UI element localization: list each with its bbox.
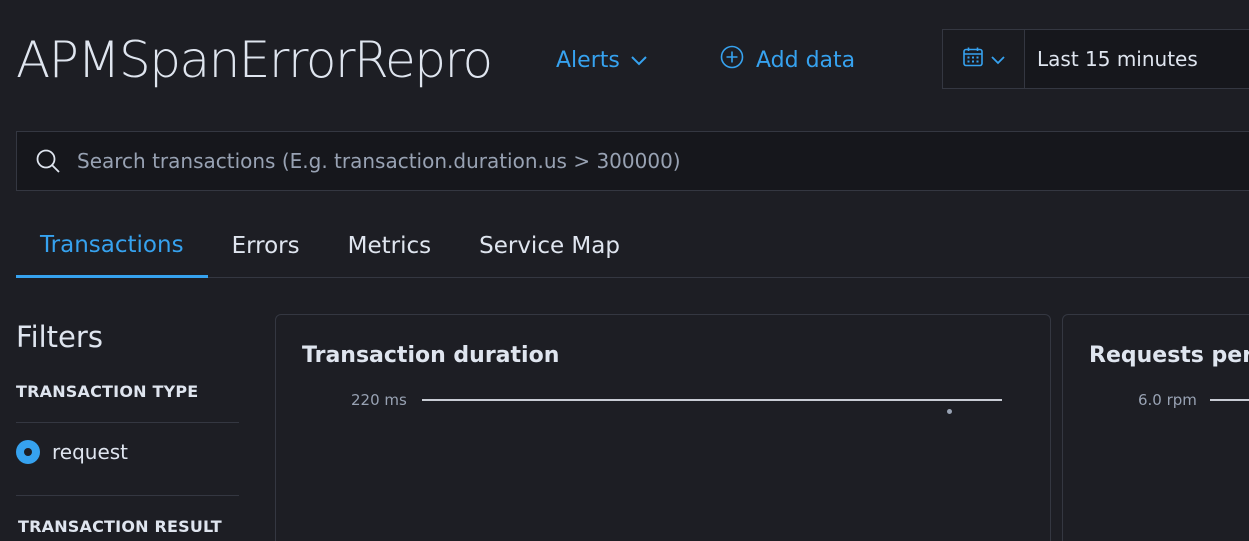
chart-data-point	[947, 409, 952, 414]
apm-service-page: APMSpanErrorRepro Alerts Add data Last 1…	[0, 0, 1249, 541]
time-range-display[interactable]: Last 15 minutes	[1025, 30, 1198, 88]
transaction-result-heading: TRANSACTION RESULT	[18, 517, 222, 536]
chart-gridline	[422, 399, 1002, 401]
transaction-type-option-request[interactable]: request	[16, 440, 128, 464]
filters-title: Filters	[16, 320, 103, 354]
radio-selected-icon	[16, 440, 40, 464]
radio-label: request	[52, 440, 129, 464]
calendar-icon	[962, 46, 984, 72]
panel-title: Requests per r	[1089, 343, 1249, 368]
page-title: APMSpanErrorRepro	[16, 31, 493, 89]
quick-select-button[interactable]	[943, 30, 1025, 88]
add-data-button[interactable]: Add data	[720, 44, 855, 76]
search-icon	[35, 148, 61, 174]
y-axis-tick: 6.0 rpm	[1138, 391, 1197, 409]
chart-gridline	[1210, 399, 1249, 401]
chevron-down-icon	[630, 48, 648, 73]
add-data-label: Add data	[756, 47, 856, 73]
filter-divider	[16, 422, 239, 423]
transaction-type-heading: TRANSACTION TYPE	[16, 382, 199, 401]
date-picker: Last 15 minutes	[942, 29, 1249, 89]
search-bar	[16, 131, 1249, 191]
filter-divider	[16, 495, 239, 496]
panel-title: Transaction duration	[302, 343, 560, 368]
tab-metrics[interactable]: Metrics	[324, 214, 456, 278]
tab-bar: Transactions Errors Metrics Service Map	[16, 214, 1249, 278]
requests-per-minute-panel: Requests per r 6.0 rpm	[1062, 314, 1249, 541]
transaction-duration-panel: Transaction duration 220 ms	[275, 314, 1051, 541]
alerts-button[interactable]: Alerts	[556, 44, 648, 76]
tab-errors[interactable]: Errors	[208, 214, 324, 278]
alerts-label: Alerts	[556, 47, 620, 73]
plus-circle-icon	[720, 45, 744, 75]
tab-service-map[interactable]: Service Map	[455, 214, 644, 278]
y-axis-tick: 220 ms	[351, 391, 407, 409]
tab-transactions[interactable]: Transactions	[16, 214, 208, 278]
chevron-down-icon	[990, 50, 1006, 69]
search-input[interactable]	[77, 149, 1249, 173]
